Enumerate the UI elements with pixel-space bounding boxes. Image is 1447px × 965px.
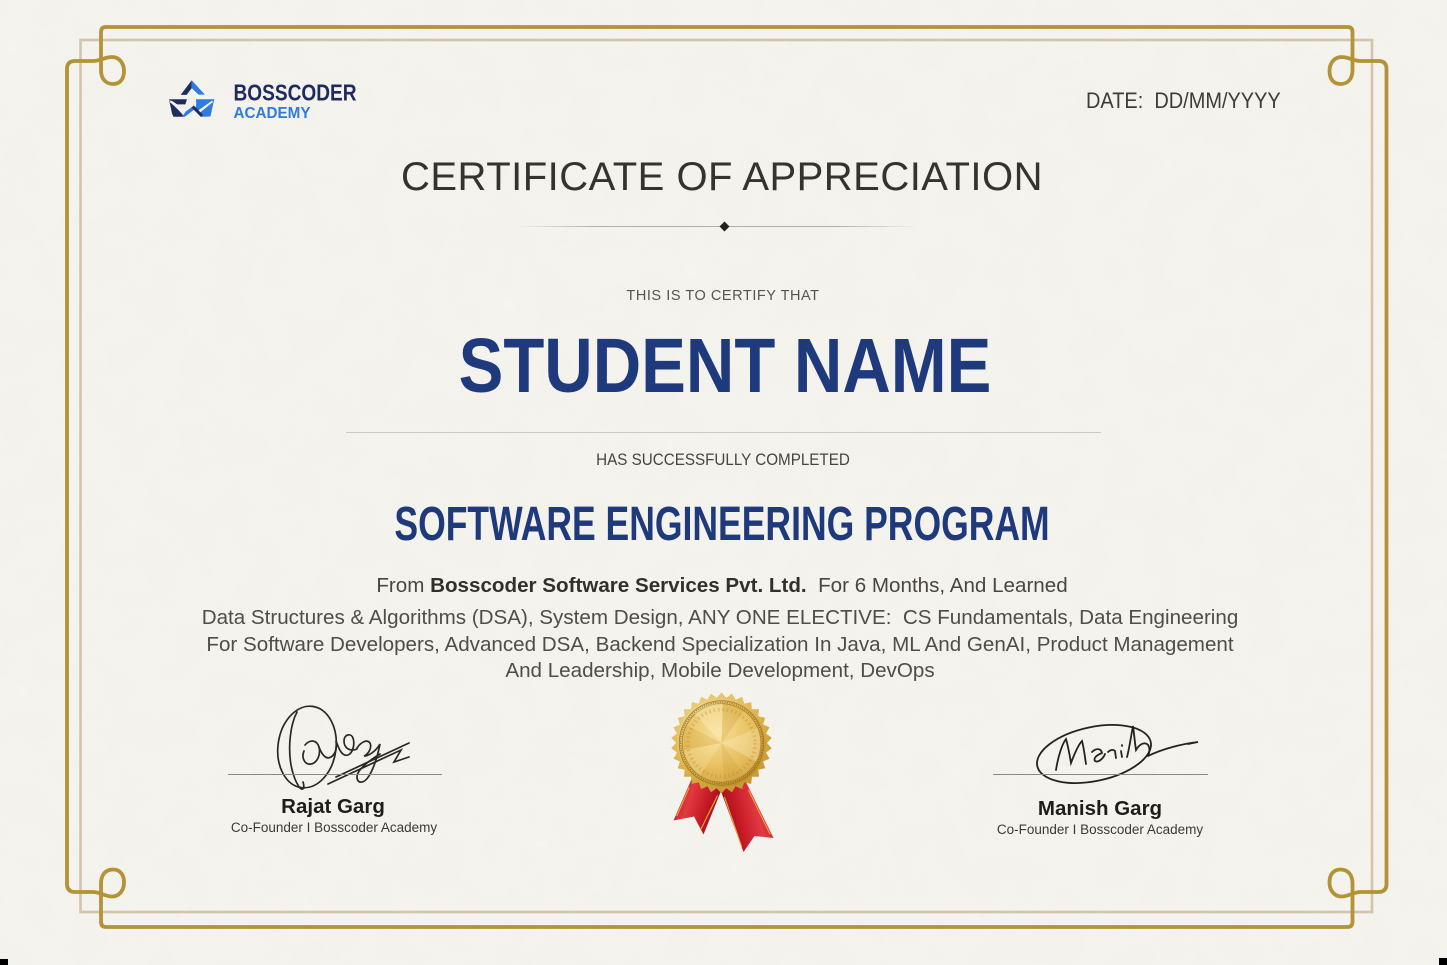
svg-text:ACADEMY: ACADEMY: [234, 105, 311, 122]
svg-text:BOSSCODER: BOSSCODER: [234, 80, 357, 106]
